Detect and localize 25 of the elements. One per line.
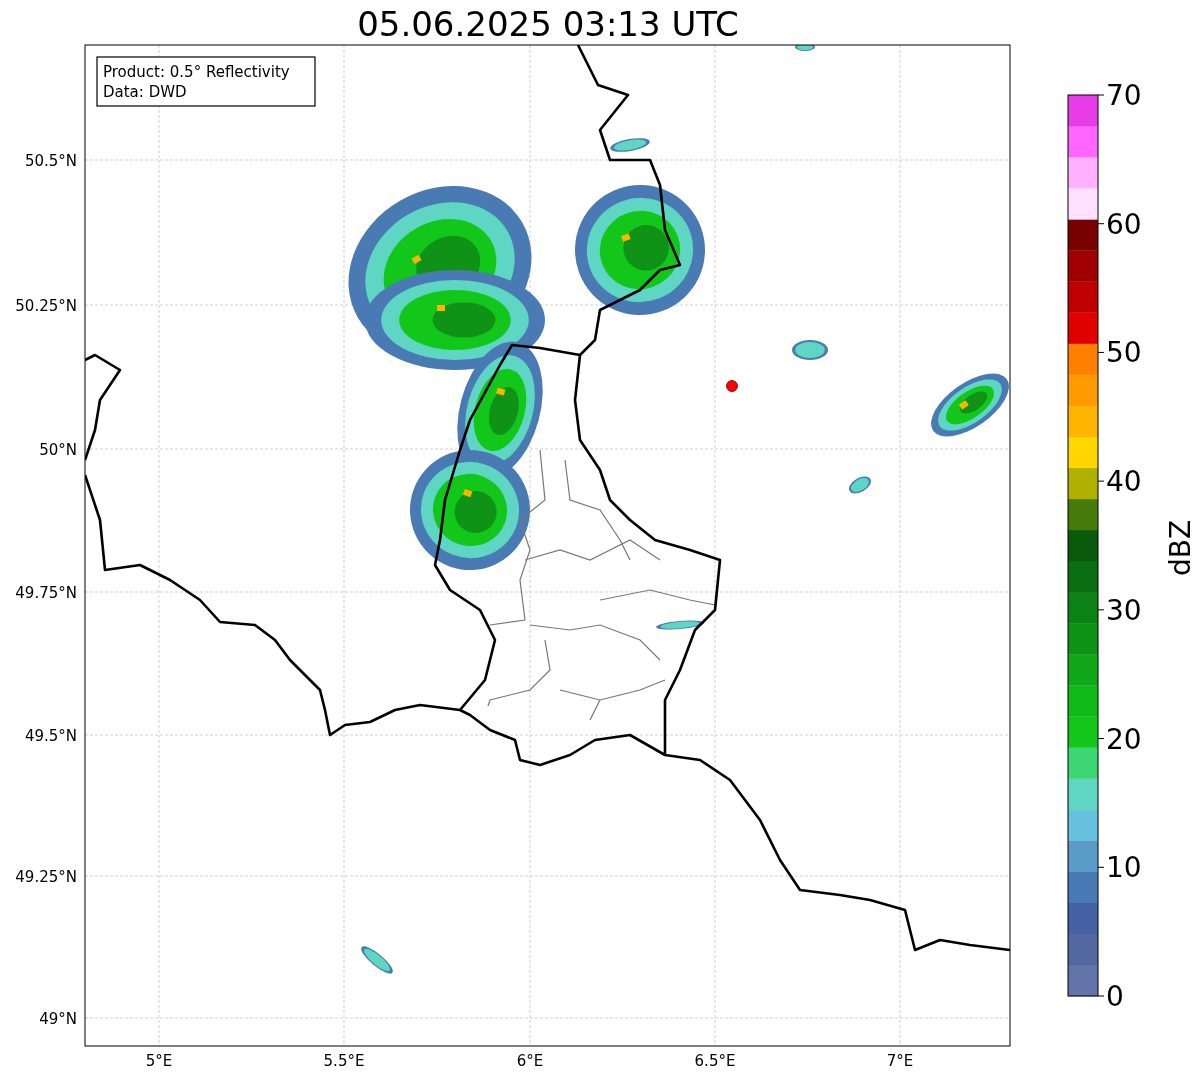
colorbar-tick-label: 30 <box>1106 593 1142 627</box>
colorbar-tick-label: 20 <box>1106 722 1142 756</box>
axis-tick-label: 50°N <box>39 441 77 459</box>
axis-tick-label: 49.25°N <box>15 868 77 886</box>
colorbar-label: dBZ <box>1164 519 1197 577</box>
axis-tick-label: 50.5°N <box>24 152 77 170</box>
colorbar-tick-label: 50 <box>1106 336 1142 370</box>
axis-tick-label: 49.5°N <box>24 727 77 745</box>
axis-tick-label: 6.5°E <box>694 1052 736 1070</box>
axis-tick-label: 49.75°N <box>15 584 77 602</box>
colorbar-tick-label: 40 <box>1106 465 1142 499</box>
colorbar-tick-label: 60 <box>1106 207 1142 241</box>
axis-tick-label: 6°E <box>516 1052 544 1070</box>
radar-site-marker <box>726 380 738 392</box>
info-text: Product: 0.5° Reflectivity <box>103 63 290 81</box>
colorbar-tick-label: 70 <box>1106 79 1142 112</box>
info-text: Data: DWD <box>103 83 187 101</box>
plot-title: 05.06.2025 03:13 UTC <box>357 4 739 44</box>
axis-tick-label: 5.5°E <box>323 1052 365 1070</box>
axis-tick-label: 49°N <box>39 1010 77 1028</box>
axis-tick-label: 50.25°N <box>15 297 77 315</box>
axis-tick-label: 5°E <box>145 1052 173 1070</box>
axis-tick-label: 7°E <box>886 1052 914 1070</box>
colorbar-tick-label: 10 <box>1106 851 1142 885</box>
colorbar-tick-label: 0 <box>1106 980 1124 1013</box>
